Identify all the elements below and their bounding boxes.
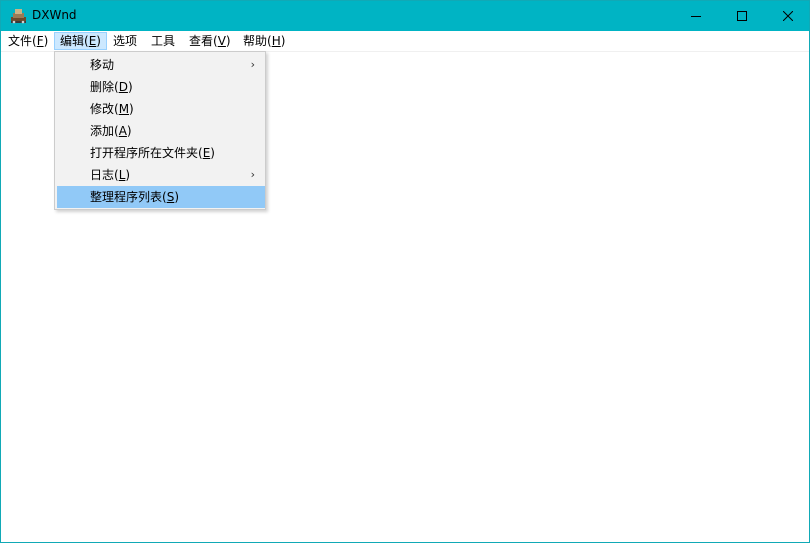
maximize-icon: [737, 11, 747, 21]
menu-view[interactable]: 查看(V): [184, 32, 236, 50]
menu-item-log[interactable]: 日志(L) ›: [57, 164, 265, 186]
menu-item-sort-list-label: 整理程序列表(: [90, 190, 167, 204]
menu-view-accel: V: [217, 34, 226, 48]
menu-options-label: 选项: [113, 34, 138, 48]
menu-item-add-accel: A: [118, 124, 127, 138]
window-title: DXWnd: [32, 8, 77, 22]
menu-help[interactable]: 帮助(H): [238, 32, 290, 50]
menu-view-label: 查看(: [189, 34, 218, 48]
menu-file[interactable]: 文件(F): [3, 32, 53, 50]
title-bar[interactable]: DXWnd: [1, 1, 809, 31]
menu-edit-label: 编辑(: [60, 34, 89, 48]
edit-dropdown-menu: 移动 › 删除(D) 修改(M) 添加(A) 打开程序所在文件夹(E) 日志(L…: [54, 51, 266, 210]
menu-bar: 文件(F) 编辑(E) 选项 工具 查看(V) 帮助(H): [1, 31, 809, 52]
menu-item-modify-accel: M: [118, 102, 130, 116]
menu-file-label: 文件(: [8, 34, 37, 48]
menu-item-delete[interactable]: 删除(D): [57, 76, 265, 98]
menu-item-delete-accel: D: [118, 80, 128, 94]
maximize-button[interactable]: [719, 1, 765, 31]
close-icon: [783, 11, 793, 21]
menu-help-suffix: ): [280, 34, 286, 48]
menu-file-accel: F: [36, 34, 44, 48]
menu-item-open-folder-suffix: ): [210, 146, 215, 160]
menu-item-sort-list[interactable]: 整理程序列表(S): [57, 186, 265, 208]
submenu-arrow-icon: ›: [250, 58, 255, 71]
menu-item-add-label: 添加(: [90, 124, 119, 138]
submenu-arrow-icon: ›: [250, 168, 255, 181]
menu-tools[interactable]: 工具: [146, 32, 180, 50]
close-button[interactable]: [765, 1, 810, 31]
menu-edit[interactable]: 编辑(E): [54, 32, 107, 50]
menu-edit-suffix: ): [96, 34, 101, 48]
menu-file-suffix: ): [43, 34, 49, 48]
menu-item-add[interactable]: 添加(A): [57, 120, 265, 142]
menu-help-label: 帮助(: [243, 34, 272, 48]
minimize-icon: [691, 16, 701, 17]
menu-help-accel: H: [271, 34, 281, 48]
menu-view-suffix: ): [225, 34, 231, 48]
menu-item-add-suffix: ): [126, 124, 132, 138]
menu-item-modify-label: 修改(: [90, 102, 119, 116]
minimize-button[interactable]: [673, 1, 719, 31]
menu-options[interactable]: 选项: [108, 32, 142, 50]
menu-item-log-suffix: ): [125, 168, 131, 182]
menu-tools-label: 工具: [151, 34, 176, 48]
menu-item-delete-label: 删除(: [90, 80, 119, 94]
menu-item-move-label: 移动: [90, 58, 115, 72]
menu-item-modify-suffix: ): [129, 102, 134, 116]
menu-item-log-label: 日志(: [90, 168, 119, 182]
menu-item-open-folder[interactable]: 打开程序所在文件夹(E): [57, 142, 265, 164]
main-window: DXWnd 文件(F) 编辑(E) 选项 工具 查看(V) 帮助(H) 移动 ›…: [0, 0, 810, 543]
dxwnd-app-icon: [11, 9, 26, 24]
menu-item-modify[interactable]: 修改(M): [57, 98, 265, 120]
menu-item-move[interactable]: 移动 ›: [57, 54, 265, 76]
menu-item-sort-list-suffix: ): [174, 190, 179, 204]
menu-item-open-folder-label: 打开程序所在文件夹(: [90, 146, 203, 160]
menu-item-delete-suffix: ): [127, 80, 133, 94]
